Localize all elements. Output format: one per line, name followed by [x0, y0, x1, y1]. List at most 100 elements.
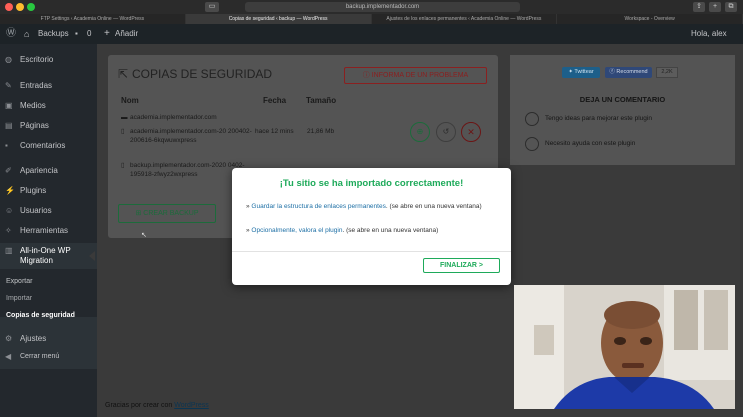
menu-apariencia[interactable]: ✐ Apariencia: [0, 163, 97, 179]
tab-overview-icon[interactable]: ⧉: [725, 2, 737, 12]
browser-tab[interactable]: Ajustes de los enlaces permanentes ‹ Aca…: [371, 14, 558, 24]
presenter-video-icon: [514, 285, 735, 409]
social-panel: ✦ Twittear ⓕ Recommend 2,2K DEJA UN COME…: [510, 55, 735, 165]
menu-usuarios[interactable]: ☺ Usuarios: [0, 203, 97, 219]
idea-radio[interactable]: [525, 112, 539, 126]
url-text: backup.implementador.com: [345, 4, 420, 10]
minimize-window-icon[interactable]: [16, 3, 24, 11]
brush-icon: ✐: [5, 166, 12, 175]
page-icon: ▤: [5, 121, 13, 130]
home-icon: ⌂: [24, 29, 30, 39]
restore-button[interactable]: ↺: [436, 122, 456, 142]
admin-footer: Gracias por crear con WordPress: [105, 402, 209, 409]
create-backup-button[interactable]: ⊞ CREAR BACKUP: [118, 204, 216, 223]
twitter-button[interactable]: ✦ Twittear: [562, 67, 600, 78]
row-size: 21,86 Mb: [307, 128, 335, 135]
wp-admin-bar: Ⓦ ⌂ Backups ▪ 0 + Añadir Hola, alex: [0, 24, 743, 44]
submenu-importar[interactable]: Importar: [6, 295, 32, 302]
share-icon[interactable]: ⇪: [693, 2, 705, 12]
site-icon: ▬: [121, 114, 128, 121]
modal-title: ¡Tu sitio se ha importado correctamente!: [279, 178, 464, 189]
menu-medios[interactable]: ▣ Medios: [0, 98, 97, 114]
browser-tabs: FTP Settings ‹ Academia Online — WordPre…: [0, 14, 743, 24]
facebook-icon: ⓕ: [609, 69, 615, 75]
export-icon: ⇱: [118, 67, 129, 81]
menu-comentarios[interactable]: ▪ Comentarios: [0, 138, 97, 154]
collapse-icon: ◀: [5, 352, 12, 361]
menu-ajustes[interactable]: ⚙ Ajustes: [0, 331, 97, 347]
page-title: COPIAS DE SEGURIDAD: [132, 67, 273, 81]
footer-text: Gracias por crear con: [105, 402, 173, 409]
add-icon: ⊞: [135, 210, 142, 217]
mouse-cursor-icon: ↖: [141, 232, 147, 239]
admin-sidebar: ◍ Escritorio ✎ Entradas ▣ Medios ▤ Páginas ▪…: [0, 44, 97, 417]
permalinks-link[interactable]: Guardar la estructura de enlaces permane…: [251, 203, 385, 210]
browser-tab[interactable]: FTP Settings ‹ Academia Online — WordPre…: [0, 14, 186, 24]
settings-icon: ⚙: [5, 334, 13, 343]
address-bar[interactable]: backup.implementador.com: [245, 2, 520, 12]
new-tab-icon[interactable]: +: [709, 2, 721, 12]
report-problem-button[interactable]: ⓘ INFORMA DE UN PROBLEMA: [344, 67, 487, 84]
menu-herramientas[interactable]: ✧ Herramientas: [0, 223, 97, 239]
webcam-overlay: [514, 285, 735, 409]
modal-divider: [232, 251, 511, 252]
wordpress-logo-icon[interactable]: Ⓦ: [6, 24, 16, 44]
screen: ▭ backup.implementador.com ⇪ + ⧉ FTP Set…: [0, 0, 743, 417]
twitter-icon: ✦: [568, 69, 573, 75]
migration-icon: ▥: [5, 246, 13, 255]
site-name-link[interactable]: Backups: [38, 24, 69, 44]
browser-toolbar: ▭ backup.implementador.com ⇪ + ⧉: [0, 0, 743, 14]
warning-icon: ⓘ: [362, 72, 370, 79]
facebook-button[interactable]: ⓕ Recommend: [605, 67, 652, 78]
column-name: Nom: [121, 96, 139, 105]
comment-title: DEJA UN COMENTARIO: [579, 95, 666, 104]
finish-button[interactable]: FINALIZAR >: [423, 258, 500, 273]
new-content-link[interactable]: Añadir: [115, 24, 138, 44]
help-radio[interactable]: [525, 137, 539, 151]
row-date: hace 12 mins: [255, 128, 294, 135]
media-icon: ▣: [5, 101, 13, 110]
rate-line: » Opcionalmente, valora el plugin. (se a…: [246, 227, 439, 234]
current-menu-arrow-icon: [89, 251, 95, 261]
sidebar-toggle-icon[interactable]: ▭: [205, 2, 219, 12]
delete-button[interactable]: ✕: [461, 122, 481, 142]
row-site: academia.implementador.com: [130, 114, 217, 121]
plus-icon: +: [104, 28, 110, 39]
permalinks-line: » Guardar la estructura de enlaces perma…: [246, 203, 482, 210]
facebook-count: 2,2K: [656, 67, 678, 78]
browser-tab-active[interactable]: Copias de seguridad ‹ backup — WordPress: [185, 14, 372, 24]
column-date: Fecha: [263, 96, 287, 105]
menu-plugins[interactable]: ⚡ Plugins: [0, 183, 97, 199]
user-icon: ☺: [5, 206, 14, 215]
wordpress-link[interactable]: WordPress: [174, 402, 209, 409]
import-success-modal: ¡Tu sitio se ha importado correctamente!…: [232, 168, 511, 285]
menu-cerrar[interactable]: ◀ Cerrar menú: [0, 349, 97, 365]
comments-icon[interactable]: ▪: [75, 24, 78, 44]
pin-icon: ✎: [5, 81, 12, 90]
help-option-label: Necesito ayuda con este plugin: [545, 140, 636, 147]
row-file: academia.implementador.com-20 200402-200…: [130, 128, 252, 144]
menu-entradas[interactable]: ✎ Entradas: [0, 78, 97, 94]
wrench-icon: ✧: [5, 226, 12, 235]
plug-icon: ⚡: [5, 186, 15, 195]
rate-note: . (se abre en una nueva ventana): [342, 227, 439, 234]
idea-option-label: Tengo ideas para mejorar este plugin: [545, 115, 652, 122]
file-icon: ▯: [121, 162, 125, 169]
close-window-icon[interactable]: [5, 3, 13, 11]
zoom-window-icon[interactable]: [27, 3, 35, 11]
permalinks-note: . (se abre en una nueva ventana): [385, 203, 482, 210]
submenu-exportar[interactable]: Exportar: [6, 278, 32, 285]
comments-count: 0: [87, 29, 92, 38]
greeting-link[interactable]: Hola, alex: [691, 24, 727, 44]
menu-escritorio[interactable]: ◍ Escritorio: [0, 52, 97, 68]
column-size: Tamaño: [306, 96, 337, 105]
browser-tab[interactable]: Workspace - Overview: [557, 14, 743, 24]
rate-plugin-link[interactable]: Opcionalmente, valora el plugin: [251, 227, 342, 234]
menu-paginas[interactable]: ▤ Páginas: [0, 118, 97, 134]
dashboard-icon: ◍: [5, 55, 12, 64]
submenu-copias-de-seguridad[interactable]: Copias de seguridad: [6, 312, 75, 319]
file-icon: ▯: [121, 128, 125, 135]
download-button[interactable]: ⊕: [410, 122, 430, 142]
menu-all-in-one-wp-migration[interactable]: ▥ All-in-One WP Migration: [0, 243, 97, 269]
comment-icon: ▪: [5, 141, 8, 150]
